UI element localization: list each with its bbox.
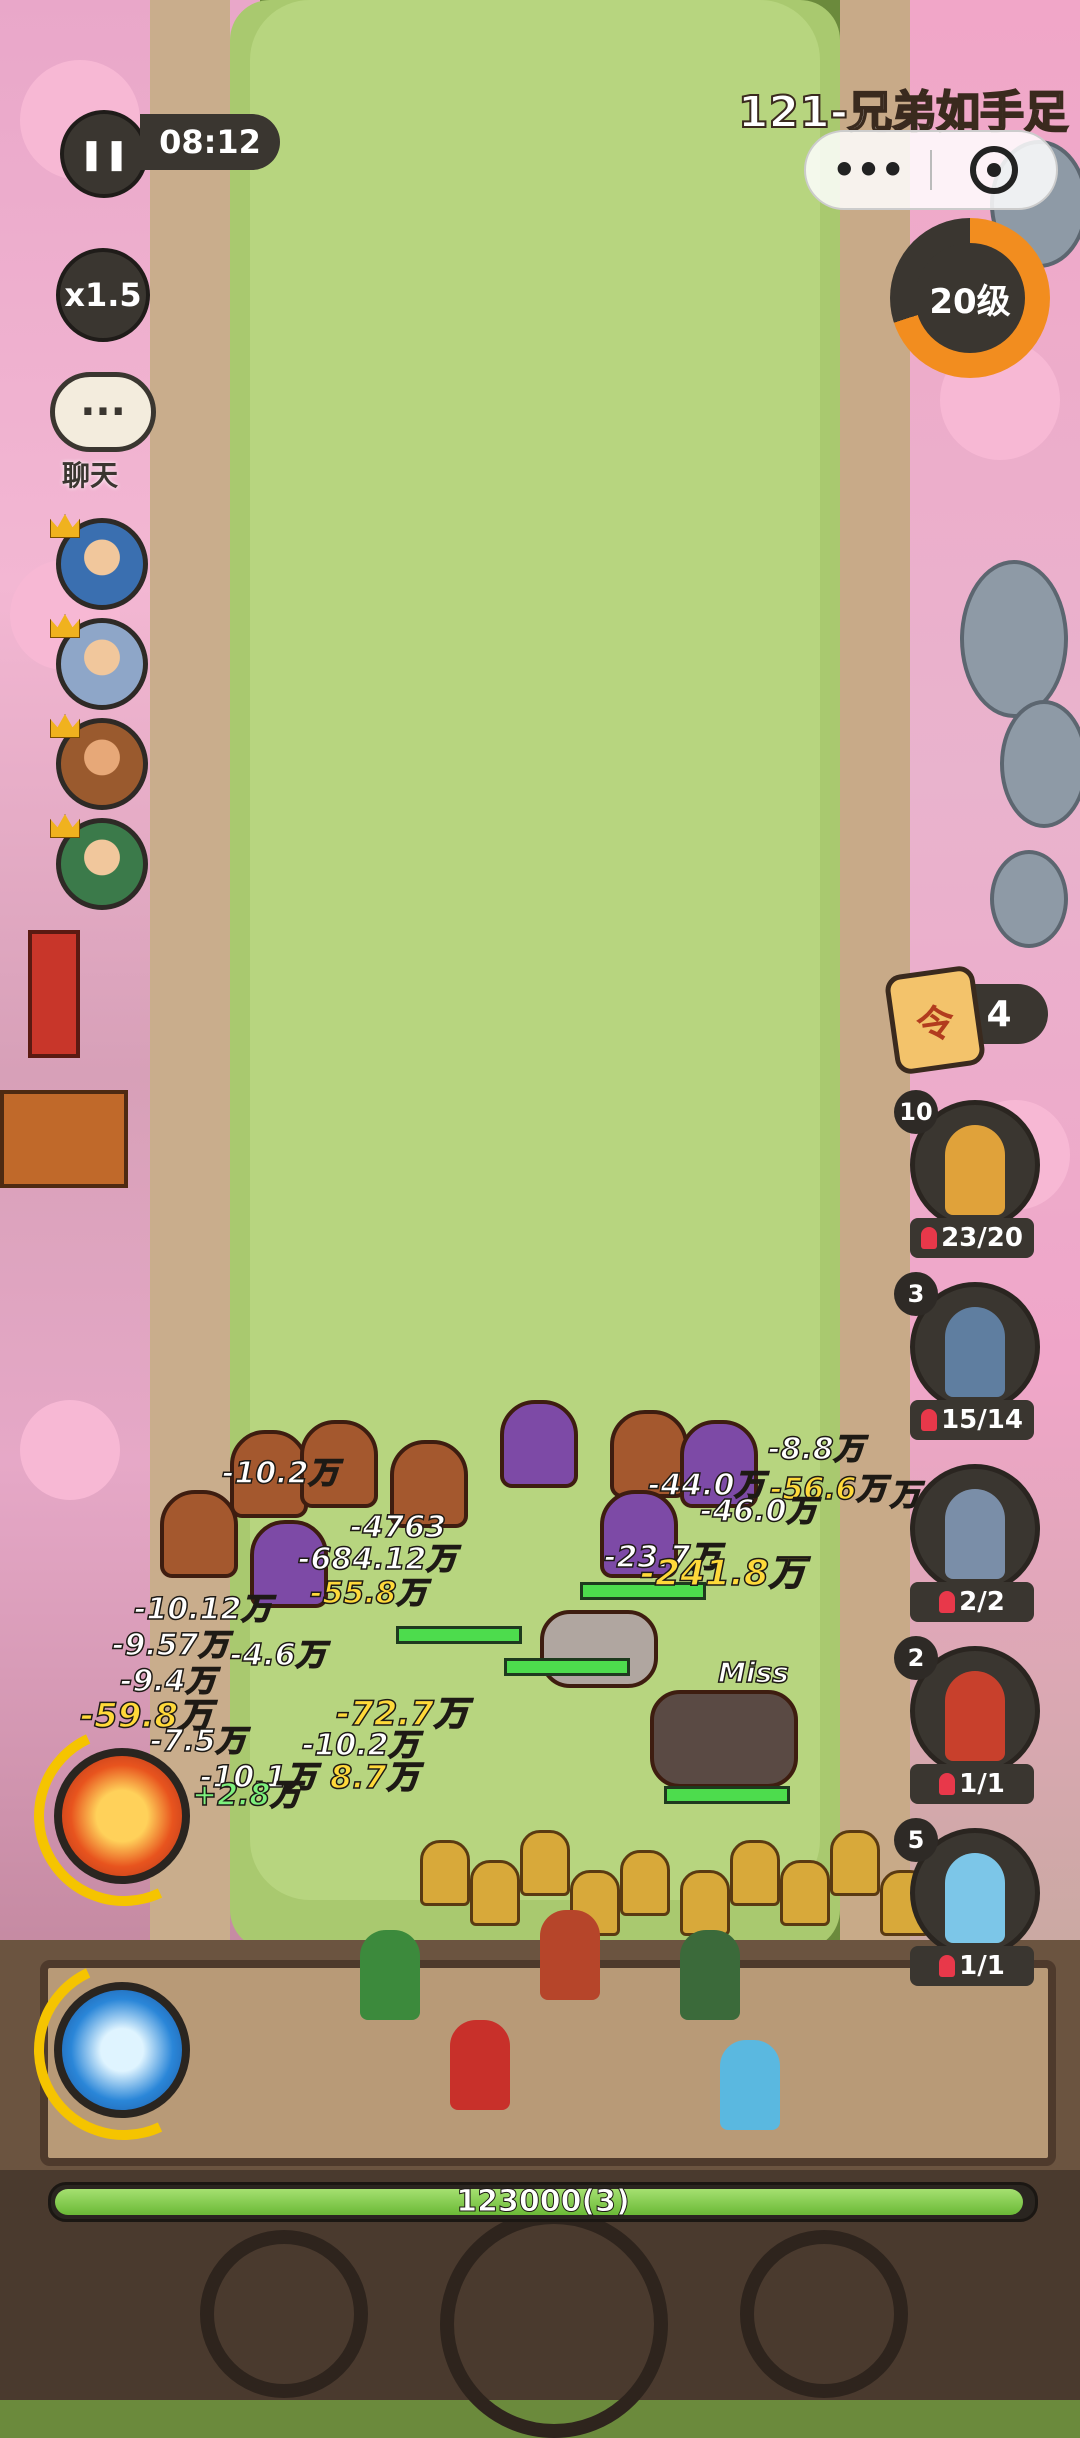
unit-figure: [945, 1671, 1005, 1761]
level-progress-ring[interactable]: 20级: [890, 218, 1050, 378]
miss-text: Miss: [717, 1655, 789, 1690]
speed-button[interactable]: x1.5: [56, 248, 150, 342]
damage-number: -55.8万: [309, 1575, 427, 1612]
level-label: 20级: [915, 243, 1025, 353]
allied-soldier: [780, 1860, 830, 1926]
unit-count-text: 1/1: [959, 1769, 1005, 1799]
unit-figure: [945, 1853, 1005, 1943]
target-icon: [969, 146, 1018, 194]
unit-count: 2/2: [910, 1582, 1034, 1622]
unit-card-2[interactable]: 3 15/14: [894, 1272, 1040, 1440]
unit-level-badge: 5: [894, 1818, 938, 1862]
person-icon: [921, 1227, 938, 1249]
unit-level-badge: 10: [894, 1090, 938, 1134]
allied-soldier: [830, 1830, 880, 1896]
damage-number: -10.2万: [221, 1455, 339, 1492]
command-token[interactable]: 4 令: [883, 964, 1048, 1076]
hero-portrait-1[interactable]: [50, 514, 148, 610]
wall-hp-bar: 123000(3): [48, 2182, 1038, 2222]
defender-hero: [360, 1930, 420, 2020]
pause-button[interactable]: ❚❚: [60, 110, 148, 198]
unit-portrait: [910, 1464, 1040, 1594]
defender-hero: [450, 2020, 510, 2110]
unit-card-5[interactable]: 5 1/1: [894, 1818, 1040, 1986]
unit-count: 15/14: [910, 1400, 1034, 1440]
hero-portrait-3[interactable]: [50, 714, 148, 810]
allied-soldier: [420, 1840, 470, 1906]
mini-program-capsule: •••: [804, 130, 1058, 210]
enemy-brute: [160, 1490, 238, 1578]
battle-timer: 08:12: [140, 114, 280, 170]
enemy-beast: [650, 1690, 798, 1788]
damage-number: -4.6万: [229, 1637, 326, 1674]
damage-number: -46.0万: [699, 1493, 817, 1530]
unit-figure: [945, 1307, 1005, 1397]
close-mini-program-button[interactable]: [931, 132, 1056, 208]
unit-count-text: 23/20: [941, 1223, 1023, 1253]
allied-soldier: [620, 1850, 670, 1916]
unit-count: 1/1: [910, 1764, 1034, 1804]
gear-icon: [740, 2230, 908, 2398]
unit-level-badge: 2: [894, 1636, 938, 1680]
unit-figure: [945, 1489, 1005, 1579]
pause-icon: ❚❚: [78, 136, 130, 172]
wave-skill-button[interactable]: [54, 1982, 190, 2118]
gear-icon: [200, 2230, 368, 2398]
blossom-decoration: [20, 1400, 120, 1500]
allied-soldier: [470, 1860, 520, 1926]
person-icon: [939, 1773, 956, 1795]
wall-hp-text: 123000(3): [456, 2184, 631, 2219]
allied-soldier: [520, 1830, 570, 1896]
chat-button[interactable]: ···: [50, 372, 156, 452]
unit-level-badge: 3: [894, 1272, 938, 1316]
allied-soldier: [680, 1870, 730, 1936]
enemy-tiger: [540, 1610, 658, 1688]
hero-portrait-2[interactable]: [50, 614, 148, 710]
rock-decoration: [960, 560, 1068, 718]
chat-label: 聊天: [62, 459, 119, 492]
damage-number: -8.8万: [767, 1431, 864, 1468]
chat-icon: ···: [50, 372, 156, 452]
rock-decoration: [1000, 700, 1080, 828]
hero-portrait-4[interactable]: [50, 814, 148, 910]
unit-card-3[interactable]: 2/2: [900, 1454, 1040, 1622]
enemy-drummer: [500, 1400, 578, 1488]
more-button[interactable]: •••: [806, 132, 931, 208]
damage-number: -241.8万: [639, 1552, 805, 1595]
gear-icon: [440, 2210, 668, 2438]
unit-figure: [945, 1125, 1005, 1215]
damage-number: 8.7万: [329, 1757, 419, 1797]
unit-count-text: 15/14: [941, 1405, 1023, 1435]
unit-count: 1/1: [910, 1946, 1034, 1986]
enemy-hp-bar: [504, 1658, 630, 1676]
allied-soldier: [730, 1840, 780, 1906]
defender-hero: [680, 1930, 740, 2020]
defender-hero: [540, 1910, 600, 2000]
person-icon: [939, 1591, 956, 1613]
rock-decoration: [990, 850, 1068, 948]
shop-banner: [28, 930, 80, 1058]
unit-count: 23/20: [910, 1218, 1034, 1258]
enemy-hp-bar: [396, 1626, 522, 1644]
unit-count-text: 1/1: [959, 1951, 1005, 1981]
battlefield-grass-inner: [250, 0, 820, 1900]
defender-hero: [720, 2040, 780, 2130]
shop-stall: [0, 1090, 128, 1188]
person-icon: [921, 1409, 938, 1431]
enemy-hp-bar: [664, 1786, 790, 1804]
person-icon: [939, 1955, 956, 1977]
command-token-icon: 令: [883, 964, 987, 1076]
hammer-skill-button[interactable]: [54, 1748, 190, 1884]
unit-card-4[interactable]: 2 1/1: [894, 1636, 1040, 1804]
unit-card-1[interactable]: 10 23/20: [894, 1090, 1040, 1258]
unit-count-text: 2/2: [959, 1587, 1005, 1617]
